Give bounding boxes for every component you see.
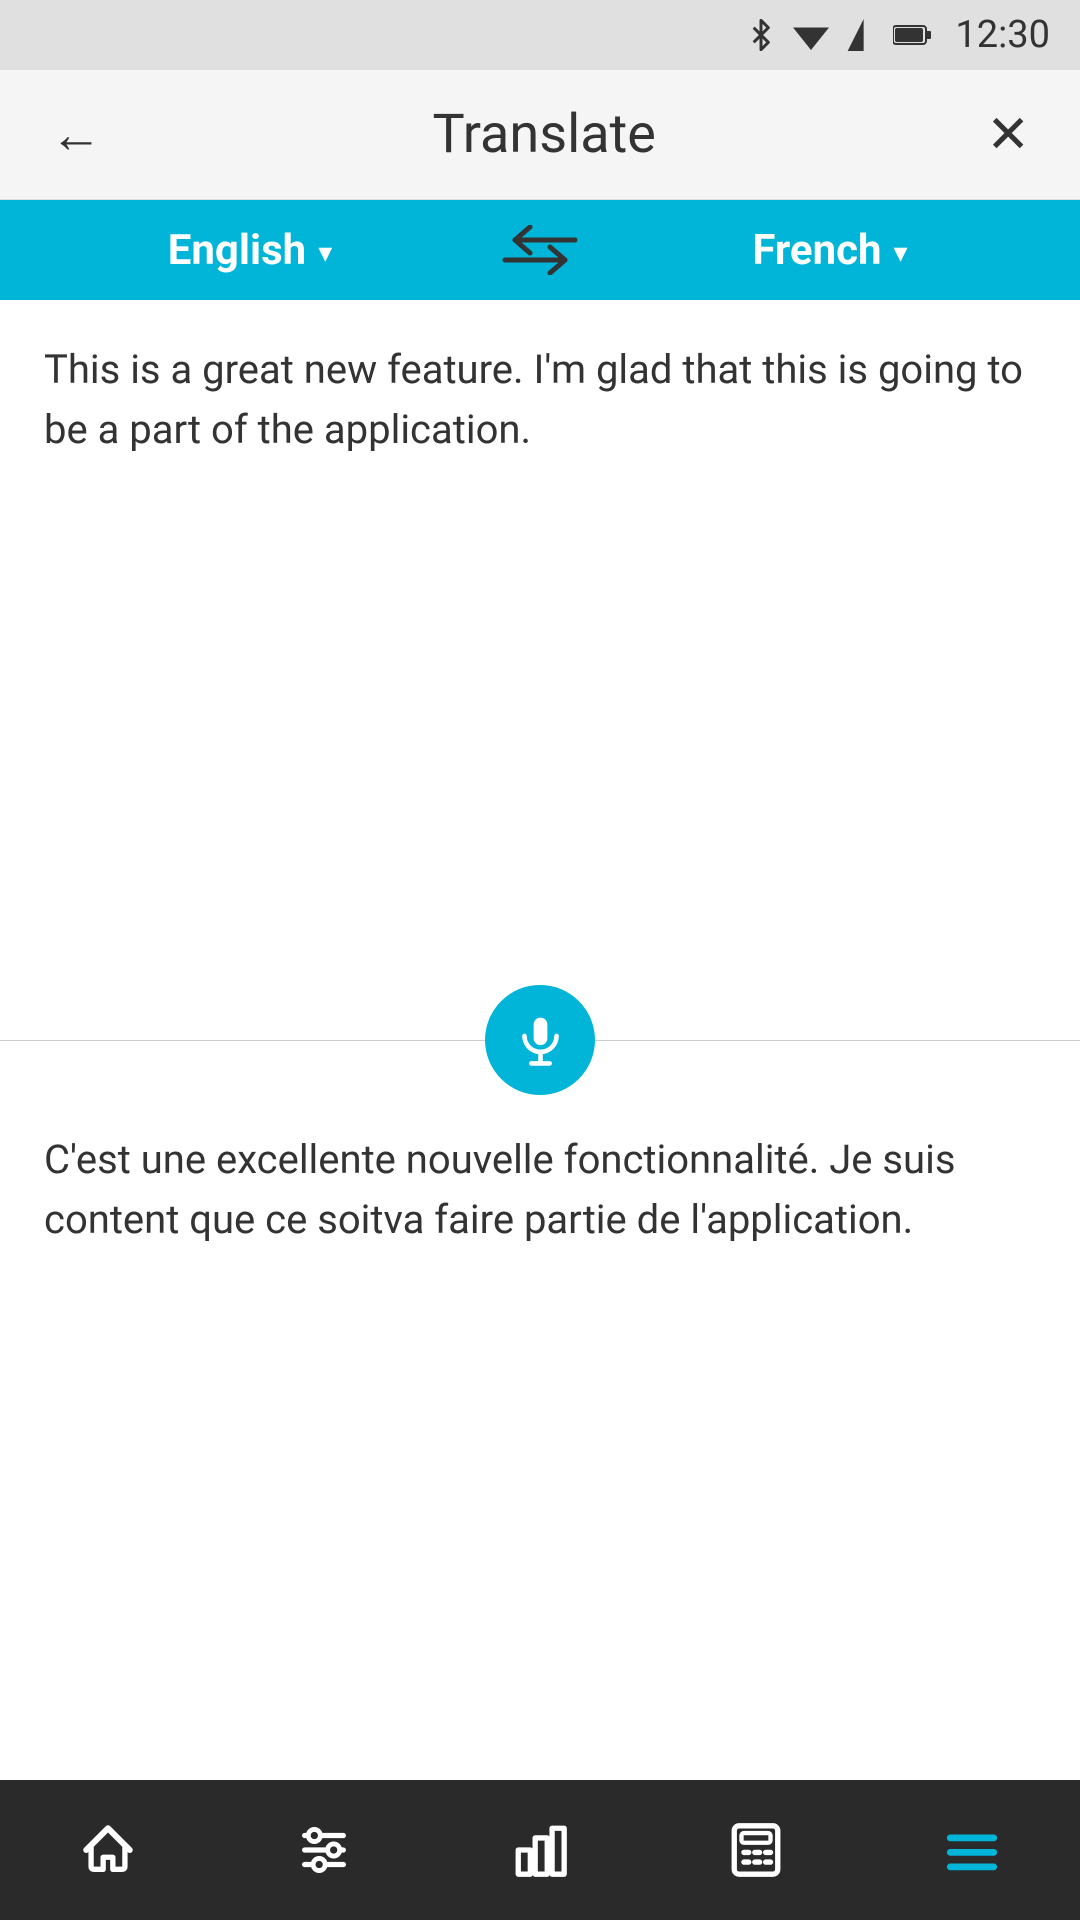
bottom-nav <box>0 1780 1080 1920</box>
mic-button[interactable] <box>485 985 595 1095</box>
divider-container <box>0 990 1080 1090</box>
nav-bar: ← Translate ✕ <box>0 70 1080 200</box>
source-language-chevron-icon: ▾ <box>318 236 332 269</box>
close-button[interactable]: ✕ <box>976 99 1040 171</box>
menu-icon <box>943 1821 1001 1879</box>
battery-icon <box>893 21 931 49</box>
nav-calculator-button[interactable] <box>648 1780 864 1920</box>
page-title: Translate <box>433 103 656 166</box>
back-button[interactable]: ← <box>40 99 112 171</box>
home-icon <box>79 1821 137 1879</box>
status-time: 12:30 <box>955 13 1050 57</box>
source-language-label: English <box>168 226 307 275</box>
nav-settings-button[interactable] <box>216 1780 432 1920</box>
mic-icon <box>513 1013 568 1068</box>
target-language-selector[interactable]: French ▾ <box>600 226 1060 275</box>
nav-menu-button[interactable] <box>864 1780 1080 1920</box>
swap-arrows-icon <box>500 225 580 275</box>
target-language-label: French <box>752 226 881 275</box>
nav-home-button[interactable] <box>0 1780 216 1920</box>
sliders-icon <box>295 1821 353 1879</box>
source-panel[interactable]: This is a great new feature. I'm glad th… <box>0 300 1080 990</box>
calculator-icon <box>727 1821 785 1879</box>
target-text: C'est une excellente nouvelle fonctionna… <box>44 1130 1036 1250</box>
status-bar: 12:30 <box>0 0 1080 70</box>
source-language-selector[interactable]: English ▾ <box>20 226 480 275</box>
wifi-icon <box>793 19 829 51</box>
bluetooth-icon <box>745 19 777 51</box>
translation-area: This is a great new feature. I'm glad th… <box>0 300 1080 1780</box>
target-language-chevron-icon: ▾ <box>894 236 908 269</box>
swap-languages-button[interactable] <box>480 225 600 275</box>
signal-icon <box>845 19 877 51</box>
target-panel: C'est une excellente nouvelle fonctionna… <box>0 1090 1080 1780</box>
source-text: This is a great new feature. I'm glad th… <box>44 340 1036 460</box>
language-bar: English ▾ French ▾ <box>0 200 1080 300</box>
nav-chart-button[interactable] <box>432 1780 648 1920</box>
chart-icon <box>511 1821 569 1879</box>
